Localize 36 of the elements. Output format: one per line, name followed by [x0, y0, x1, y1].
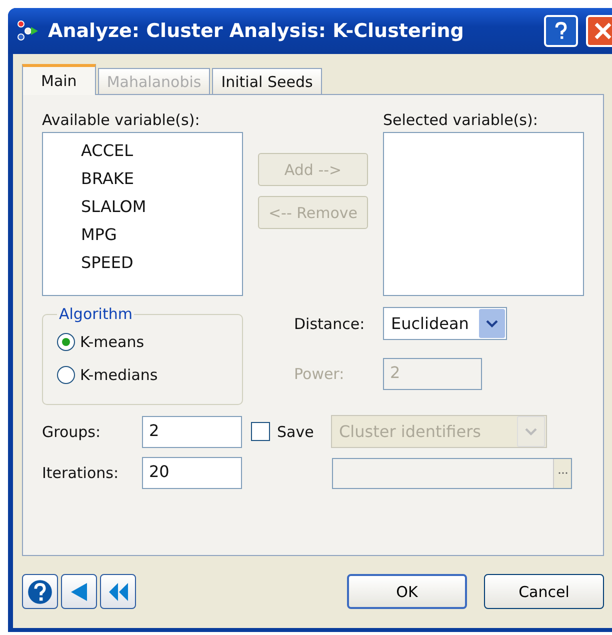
distance-label: Distance:: [294, 314, 366, 332]
list-item[interactable]: BRAKE: [81, 167, 242, 195]
radio-label[interactable]: K-medians: [80, 366, 158, 384]
cancel-button[interactable]: Cancel: [484, 574, 604, 609]
iterations-label: Iterations:: [42, 464, 120, 482]
list-item[interactable]: SLALOM: [81, 195, 242, 223]
iterations-field[interactable]: 20: [142, 457, 242, 489]
close-icon: [593, 21, 612, 41]
power-label: Power:: [294, 365, 346, 383]
distance-dropdown[interactable]: Euclidean: [383, 307, 507, 340]
back-button[interactable]: [61, 574, 97, 609]
help-icon: [27, 578, 53, 604]
radio-button[interactable]: [57, 332, 75, 350]
selected-label: Selected variable(s):: [383, 111, 539, 129]
ellipsis-icon: [558, 471, 568, 475]
group-title: Algorithm: [58, 305, 134, 323]
groups-field[interactable]: 2: [142, 416, 242, 448]
file-path-field[interactable]: [332, 458, 572, 488]
app-icon: [16, 20, 40, 42]
tab[interactable]: Initial Seeds: [212, 68, 322, 94]
list-item[interactable]: SPEED: [81, 251, 242, 279]
first-button[interactable]: [100, 574, 136, 609]
close-button[interactable]: [586, 15, 612, 47]
available-label: Available variable(s):: [42, 111, 201, 129]
selected-list[interactable]: [383, 132, 584, 296]
help-icon: [554, 21, 568, 41]
radio-button[interactable]: [57, 366, 75, 384]
list-item[interactable]: ACCEL: [81, 139, 242, 167]
list-item[interactable]: MPG: [81, 223, 242, 251]
tab[interactable]: Main: [22, 64, 96, 95]
window-title: Analyze: Cluster Analysis: K-Clustering: [48, 20, 465, 42]
groups-label: Groups:: [42, 422, 102, 440]
help-button[interactable]: [22, 574, 58, 609]
ok-button[interactable]: OK: [347, 574, 467, 609]
available-list[interactable]: ACCEL BRAKE SLALOM MPG SPEED: [42, 132, 243, 296]
radio-label[interactable]: K-means: [80, 332, 144, 350]
